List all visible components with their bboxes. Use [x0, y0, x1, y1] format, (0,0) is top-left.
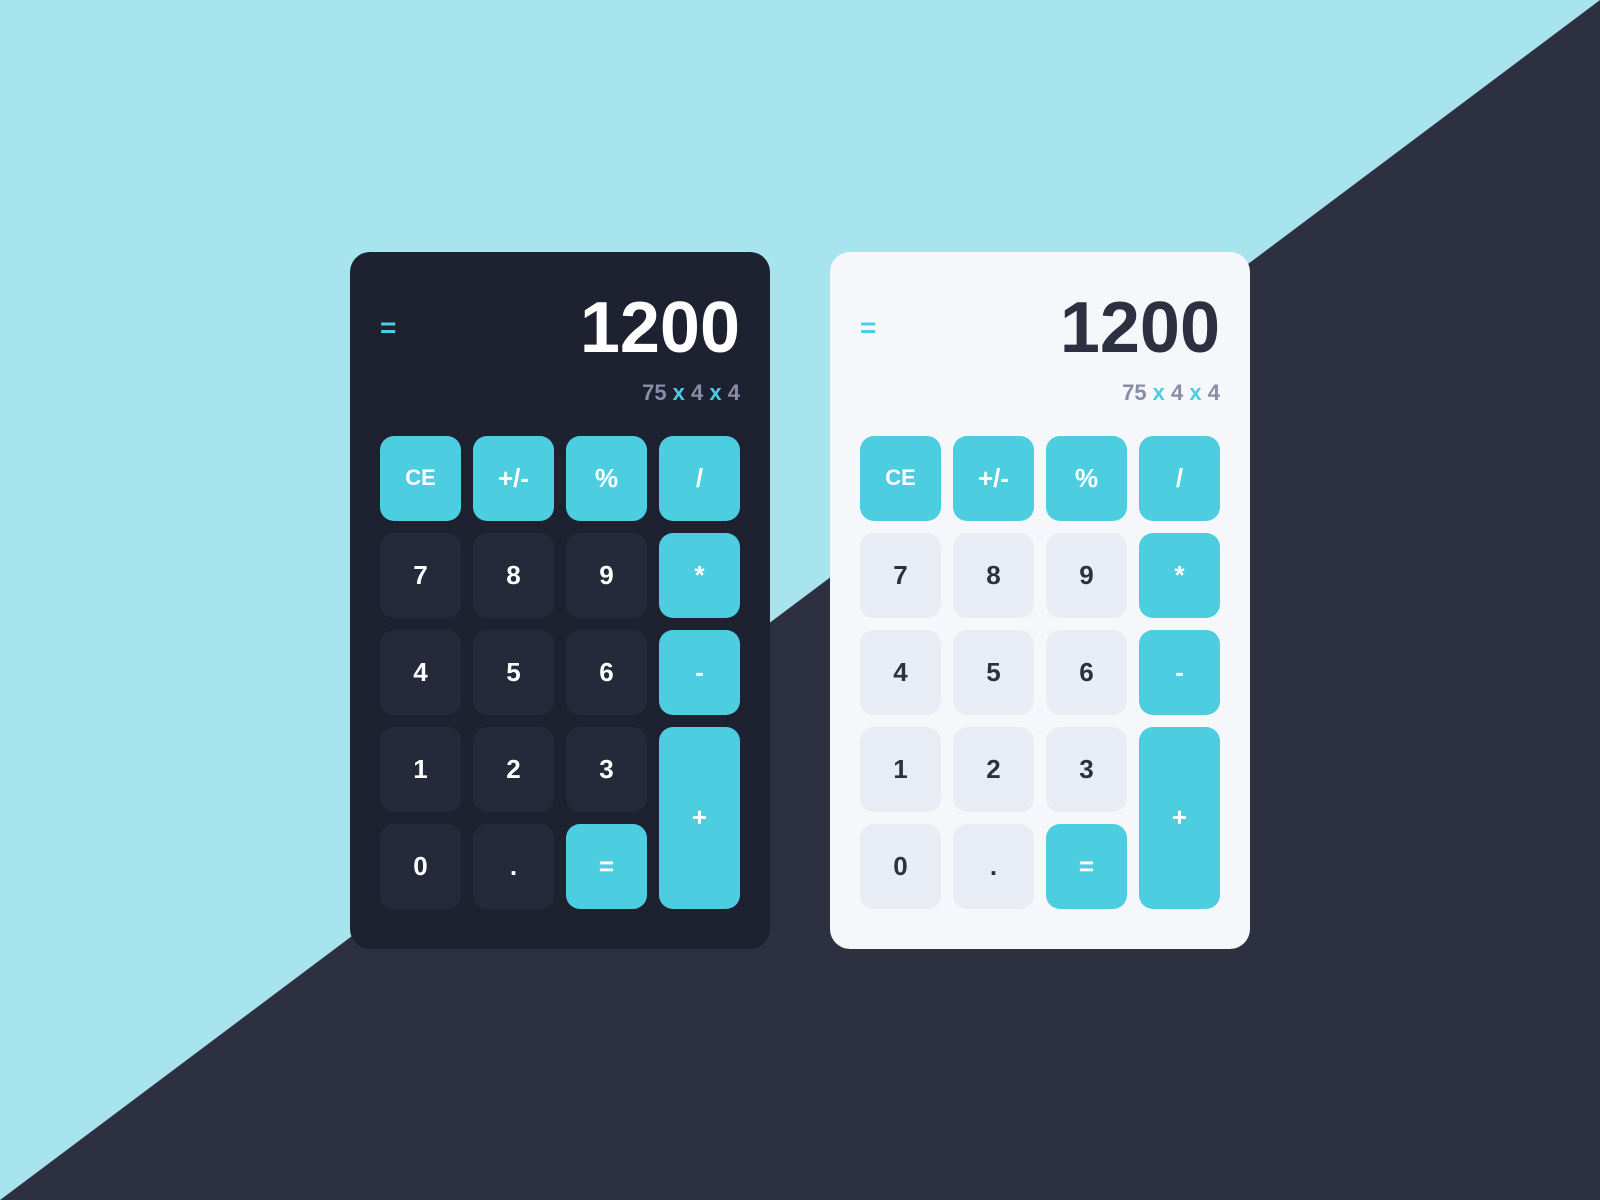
- dark-btn-divide[interactable]: /: [659, 436, 740, 521]
- light-btn-plus[interactable]: +: [1139, 727, 1220, 909]
- light-btn-dot[interactable]: .: [953, 824, 1034, 909]
- dark-x2: x: [709, 380, 721, 405]
- light-btn-8[interactable]: 8: [953, 533, 1034, 618]
- dark-btn-multiply[interactable]: *: [659, 533, 740, 618]
- light-btn-7[interactable]: 7: [860, 533, 941, 618]
- light-btn-percent[interactable]: %: [1046, 436, 1127, 521]
- dark-btn-2[interactable]: 2: [473, 727, 554, 812]
- light-expression: 75 x 4 x 4: [860, 380, 1220, 406]
- dark-display: = 1200 75 x 4 x 4: [380, 292, 740, 406]
- light-result: 1200: [1060, 292, 1220, 364]
- light-btn-multiply[interactable]: *: [1139, 533, 1220, 618]
- calculators-container: = 1200 75 x 4 x 4 CE +/- % / 7 8 9 * 4 5…: [0, 0, 1600, 1200]
- dark-btn-5[interactable]: 5: [473, 630, 554, 715]
- dark-btn-minus[interactable]: -: [659, 630, 740, 715]
- dark-btn-6[interactable]: 6: [566, 630, 647, 715]
- dark-btn-0[interactable]: 0: [380, 824, 461, 909]
- dark-buttons-grid: CE +/- % / 7 8 9 * 4 5 6 - 1 2 3 + 0 . =: [380, 436, 740, 909]
- dark-btn-plusminus[interactable]: +/-: [473, 436, 554, 521]
- light-btn-5[interactable]: 5: [953, 630, 1034, 715]
- dark-btn-percent[interactable]: %: [566, 436, 647, 521]
- dark-btn-plus[interactable]: +: [659, 727, 740, 909]
- dark-btn-9[interactable]: 9: [566, 533, 647, 618]
- dark-btn-dot[interactable]: .: [473, 824, 554, 909]
- light-btn-ce[interactable]: CE: [860, 436, 941, 521]
- light-x2: x: [1189, 380, 1201, 405]
- light-btn-2[interactable]: 2: [953, 727, 1034, 812]
- light-btn-minus[interactable]: -: [1139, 630, 1220, 715]
- light-calculator: = 1200 75 x 4 x 4 CE +/- % / 7 8 9 * 4 5…: [830, 252, 1250, 949]
- dark-result: 1200: [580, 292, 740, 364]
- light-x1: x: [1153, 380, 1165, 405]
- dark-equals-icon: =: [380, 314, 394, 342]
- dark-btn-3[interactable]: 3: [566, 727, 647, 812]
- dark-x1: x: [673, 380, 685, 405]
- light-btn-3[interactable]: 3: [1046, 727, 1127, 812]
- dark-btn-8[interactable]: 8: [473, 533, 554, 618]
- light-btn-equals[interactable]: =: [1046, 824, 1127, 909]
- light-btn-9[interactable]: 9: [1046, 533, 1127, 618]
- light-btn-divide[interactable]: /: [1139, 436, 1220, 521]
- light-btn-1[interactable]: 1: [860, 727, 941, 812]
- dark-btn-ce[interactable]: CE: [380, 436, 461, 521]
- dark-btn-1[interactable]: 1: [380, 727, 461, 812]
- light-display: = 1200 75 x 4 x 4: [860, 292, 1220, 406]
- light-btn-plusminus[interactable]: +/-: [953, 436, 1034, 521]
- light-equals-icon: =: [860, 314, 874, 342]
- dark-calculator: = 1200 75 x 4 x 4 CE +/- % / 7 8 9 * 4 5…: [350, 252, 770, 949]
- light-btn-4[interactable]: 4: [860, 630, 941, 715]
- dark-btn-4[interactable]: 4: [380, 630, 461, 715]
- light-display-top: = 1200: [860, 292, 1220, 364]
- dark-expression: 75 x 4 x 4: [380, 380, 740, 406]
- light-buttons-grid: CE +/- % / 7 8 9 * 4 5 6 - 1 2 3 + 0 . =: [860, 436, 1220, 909]
- dark-btn-equals[interactable]: =: [566, 824, 647, 909]
- light-btn-0[interactable]: 0: [860, 824, 941, 909]
- dark-btn-7[interactable]: 7: [380, 533, 461, 618]
- light-btn-6[interactable]: 6: [1046, 630, 1127, 715]
- dark-display-top: = 1200: [380, 292, 740, 364]
